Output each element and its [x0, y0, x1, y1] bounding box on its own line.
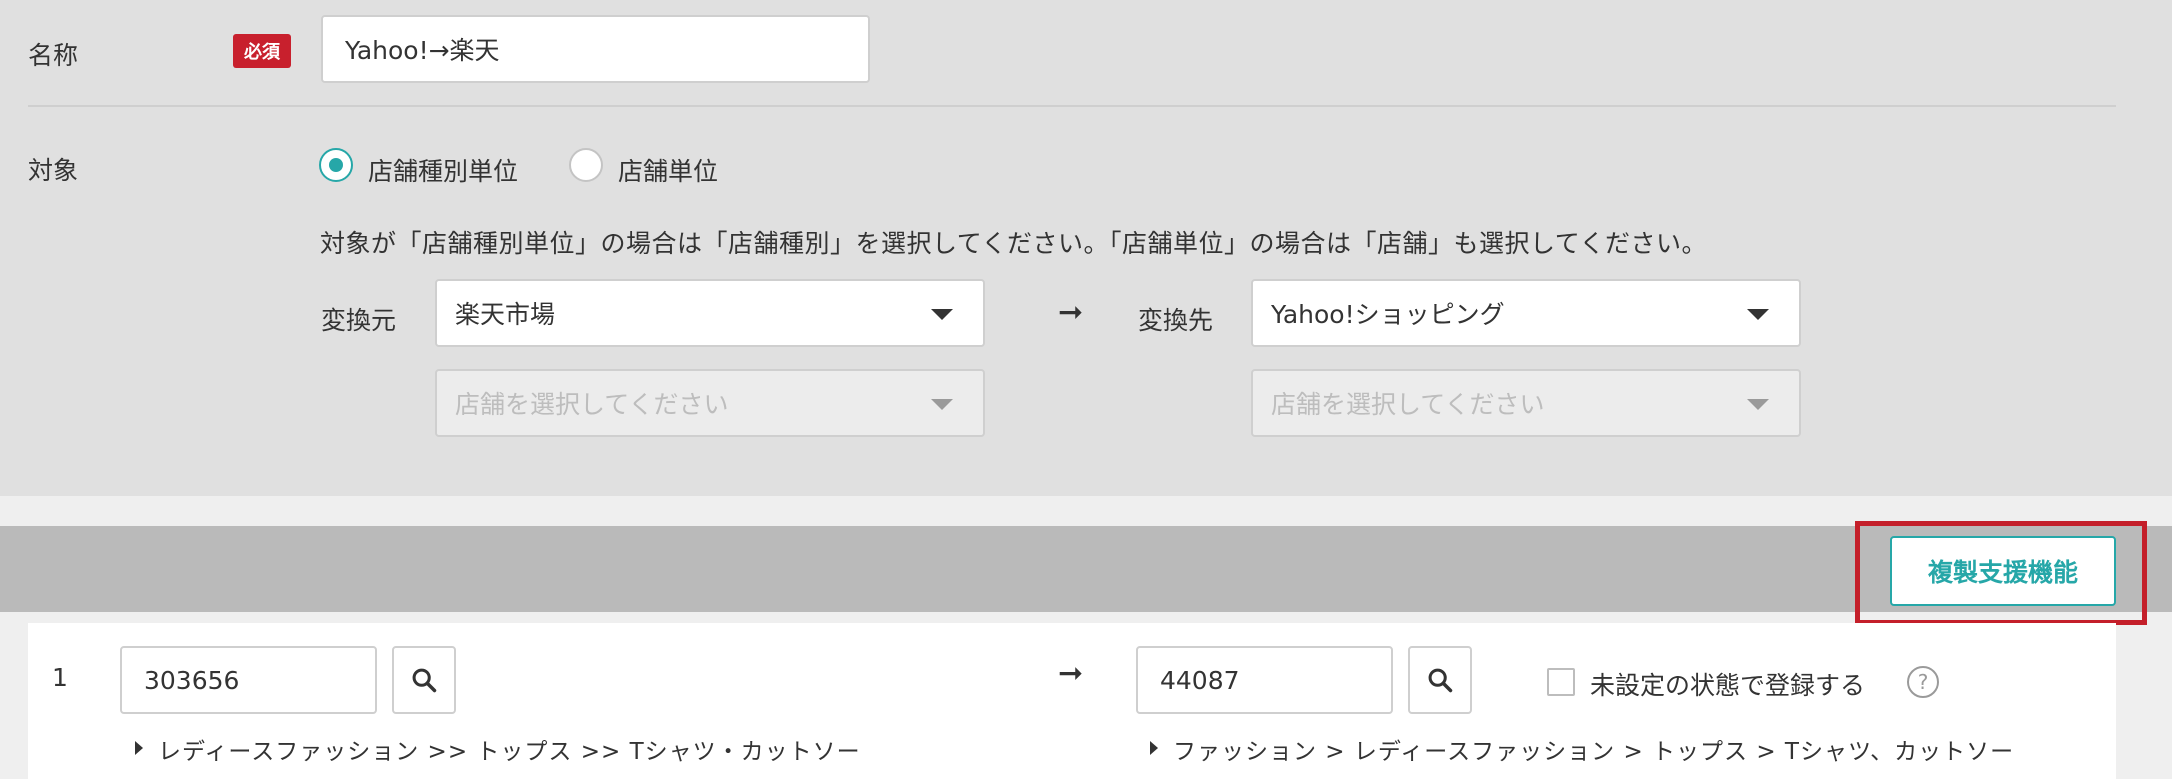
source-store-select[interactable]: 店舗を選択してください — [435, 369, 985, 437]
dest-code-input[interactable]: 44087 — [1136, 646, 1393, 714]
toolbar-band — [0, 526, 2172, 612]
dest-store-select[interactable]: 店舗を選択してください — [1251, 369, 1801, 437]
source-store-placeholder: 店舗を選択してください — [455, 390, 729, 419]
name-input[interactable]: Yahoo!→楽天 — [321, 15, 870, 83]
row-number: 1 — [52, 663, 68, 692]
help-icon[interactable]: ? — [1907, 666, 1939, 698]
highlight-box — [1855, 521, 2147, 625]
source-search-button[interactable] — [392, 646, 456, 714]
arrow-right-icon: ➞ — [1058, 295, 1084, 330]
dest-category-path: ファッション > レディースファッション > トップス > Tシャツ、カットソー — [1173, 739, 2015, 765]
mapping-row: 1 303656 ➞ 44087 未設定の状態で登録する ? レディースファッシ… — [28, 623, 2116, 779]
radio-store-label[interactable]: 店舗単位 — [618, 152, 718, 188]
target-label: 対象 — [28, 156, 79, 185]
unset-checkbox[interactable] — [1547, 668, 1575, 696]
caret-down-icon — [931, 399, 953, 410]
search-icon — [412, 668, 437, 693]
expand-triangle-icon[interactable] — [1150, 741, 1158, 755]
arrow-right-icon: ➞ — [1058, 656, 1084, 691]
name-label: 名称 — [28, 41, 79, 70]
dest-select[interactable]: Yahoo!ショッピング — [1251, 279, 1801, 347]
divider — [28, 105, 2116, 107]
radio-store[interactable] — [569, 148, 603, 182]
radio-store-type-label[interactable]: 店舗種別単位 — [368, 152, 518, 188]
dest-search-button[interactable] — [1408, 646, 1472, 714]
instruction-note: 対象が「店舗種別単位」の場合は「店舗種別」を選択してください。「店舗単位」の場合… — [320, 229, 1708, 258]
dest-store-placeholder: 店舗を選択してください — [1271, 390, 1545, 419]
source-select[interactable]: 楽天市場 — [435, 279, 985, 347]
caret-down-icon — [1747, 309, 1769, 320]
dest-select-value: Yahoo!ショッピング — [1271, 300, 1505, 329]
settings-panel: 名称 必須 Yahoo!→楽天 対象 店舗種別単位 店舗単位 対象が「店舗種別単… — [0, 0, 2172, 496]
source-code-input[interactable]: 303656 — [120, 646, 377, 714]
source-category-path: レディースファッション >> トップス >> Tシャツ・カットソー — [158, 739, 861, 765]
unset-label[interactable]: 未設定の状態で登録する — [1590, 666, 1865, 702]
caret-down-icon — [931, 309, 953, 320]
search-icon — [1428, 668, 1453, 693]
source-label: 変換元 — [321, 306, 397, 335]
dest-label: 変換先 — [1138, 306, 1214, 335]
source-select-value: 楽天市場 — [455, 300, 556, 329]
expand-triangle-icon[interactable] — [135, 741, 143, 755]
radio-store-type[interactable] — [319, 148, 353, 182]
required-badge: 必須 — [233, 34, 291, 68]
caret-down-icon — [1747, 399, 1769, 410]
